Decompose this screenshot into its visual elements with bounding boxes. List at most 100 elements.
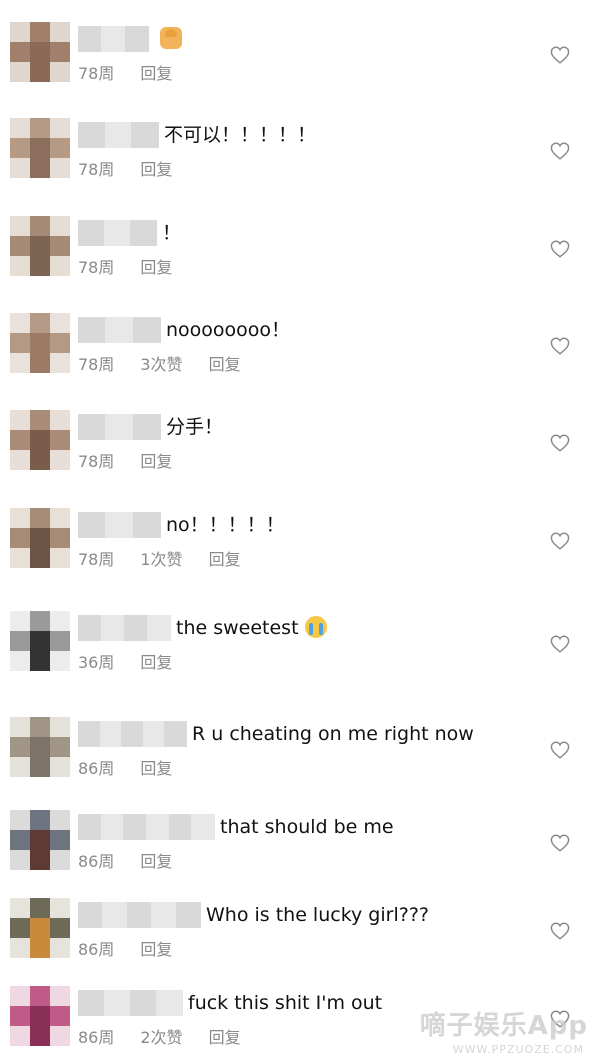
comment-text: 不可以！！！！！ xyxy=(164,122,316,148)
comment-text-content: that should be me xyxy=(220,816,394,838)
comment-meta: 78周 3次赞 回复 xyxy=(78,354,267,376)
person-gesturing-no-emoji-icon xyxy=(160,27,182,49)
comment-row: 分手！ 78周 回复 xyxy=(0,396,600,488)
comment-age: 86周 xyxy=(78,759,115,778)
reply-button[interactable]: 回复 xyxy=(140,758,172,780)
comment-text-content: ！ xyxy=(162,222,182,244)
reply-button[interactable]: 回复 xyxy=(140,652,172,674)
avatar[interactable] xyxy=(10,313,70,373)
comment-meta: 78周 回复 xyxy=(78,159,198,181)
comment-text-content: fuck this shit I'm out xyxy=(188,992,383,1014)
username-blurred[interactable] xyxy=(78,615,171,641)
username-blurred[interactable] xyxy=(78,26,149,52)
crying-face-emoji-icon xyxy=(304,616,327,638)
avatar[interactable] xyxy=(10,898,70,958)
username-blurred[interactable] xyxy=(78,220,157,246)
reply-button[interactable]: 回复 xyxy=(140,939,172,961)
heart-icon[interactable] xyxy=(550,337,570,355)
comment-text-content: noooooooo！ xyxy=(166,319,291,341)
reply-button[interactable]: 回复 xyxy=(140,851,172,873)
reply-button[interactable]: 回复 xyxy=(140,63,172,85)
comment-age: 86周 xyxy=(78,1028,115,1047)
avatar[interactable] xyxy=(10,611,70,671)
comment-meta: 36周 回复 xyxy=(78,652,198,674)
like-count[interactable]: 3次赞 xyxy=(140,354,182,376)
comment-age: 86周 xyxy=(78,940,115,959)
heart-icon[interactable] xyxy=(550,922,570,940)
avatar[interactable] xyxy=(10,118,70,178)
heart-icon[interactable] xyxy=(550,532,570,550)
avatar[interactable] xyxy=(10,717,70,777)
comment-row: noooooooo！ 78周 3次赞 回复 xyxy=(0,299,600,391)
heart-icon[interactable] xyxy=(550,741,570,759)
reply-button[interactable]: 回复 xyxy=(209,354,241,376)
comment-text xyxy=(154,26,182,52)
username-blurred[interactable] xyxy=(78,512,161,538)
username-blurred[interactable] xyxy=(78,902,201,928)
comment-text: fuck this shit I'm out xyxy=(188,990,382,1016)
username-blurred[interactable] xyxy=(78,122,159,148)
comment-age: 78周 xyxy=(78,64,115,83)
heart-icon[interactable] xyxy=(550,46,570,64)
avatar[interactable] xyxy=(10,508,70,568)
reply-button[interactable]: 回复 xyxy=(140,159,172,181)
heart-icon[interactable] xyxy=(550,240,570,258)
comment-text: R u cheating on me right now xyxy=(192,721,474,747)
comment-meta: 86周 回复 xyxy=(78,851,198,873)
comment-age: 78周 xyxy=(78,355,115,374)
comment-text: Who is the lucky girl??? xyxy=(206,902,429,928)
comment-meta: 86周 2次赞 回复 xyxy=(78,1027,267,1049)
comment-age: 78周 xyxy=(78,160,115,179)
comment-meta: 86周 回复 xyxy=(78,939,198,961)
comment-meta: 86周 回复 xyxy=(78,758,198,780)
heart-icon[interactable] xyxy=(550,635,570,653)
watermark-url: WWW.PPZUOZE.COM xyxy=(452,1043,584,1056)
comment-text: no！！！！！ xyxy=(166,512,285,538)
avatar[interactable] xyxy=(10,410,70,470)
comment-text: ！ xyxy=(162,220,181,246)
comment-row: the sweetest 36周 回复 xyxy=(0,597,600,689)
comment-text-content: Who is the lucky girl??? xyxy=(206,904,429,926)
reply-button[interactable]: 回复 xyxy=(140,257,172,279)
like-count[interactable]: 1次赞 xyxy=(140,549,182,571)
username-blurred[interactable] xyxy=(78,721,187,747)
avatar[interactable] xyxy=(10,986,70,1046)
comment-row: R u cheating on me right now 86周 回复 xyxy=(0,703,600,795)
username-blurred[interactable] xyxy=(78,414,161,440)
comment-text-content: 不可以！！！！！ xyxy=(164,124,317,146)
comment-text-content: R u cheating on me right now xyxy=(192,723,474,745)
comment-row: 不可以！！！！！ 78周 回复 xyxy=(0,104,600,196)
comment-meta: 78周 1次赞 回复 xyxy=(78,549,267,571)
like-count[interactable]: 2次赞 xyxy=(140,1027,182,1049)
comment-row: 78周 回复 xyxy=(0,8,600,100)
comment-text-content: the sweetest xyxy=(176,617,299,639)
comment-text-content: no！！！！！ xyxy=(166,514,285,536)
comment-text: noooooooo！ xyxy=(166,317,290,343)
comment-text: that should be me xyxy=(220,814,394,840)
avatar[interactable] xyxy=(10,22,70,82)
comment-age: 78周 xyxy=(78,452,115,471)
reply-button[interactable]: 回复 xyxy=(209,1027,241,1049)
comment-row: that should be me 86周 回复 xyxy=(0,796,600,888)
comment-age: 86周 xyxy=(78,852,115,871)
reply-button[interactable]: 回复 xyxy=(209,549,241,571)
heart-icon[interactable] xyxy=(550,834,570,852)
heart-icon[interactable] xyxy=(550,434,570,452)
avatar[interactable] xyxy=(10,810,70,870)
comment-age: 78周 xyxy=(78,550,115,569)
avatar[interactable] xyxy=(10,216,70,276)
heart-icon[interactable] xyxy=(550,142,570,160)
comment-meta: 78周 回复 xyxy=(78,63,198,85)
watermark: 嘀子娱乐App xyxy=(419,1011,588,1041)
username-blurred[interactable] xyxy=(78,990,183,1016)
comment-row: Who is the lucky girl??? 86周 回复 xyxy=(0,884,600,976)
comment-meta: 78周 回复 xyxy=(78,451,198,473)
reply-button[interactable]: 回复 xyxy=(140,451,172,473)
comment-age: 36周 xyxy=(78,653,115,672)
comment-text: the sweetest xyxy=(176,615,327,641)
comment-meta: 78周 回复 xyxy=(78,257,198,279)
username-blurred[interactable] xyxy=(78,317,161,343)
username-blurred[interactable] xyxy=(78,814,215,840)
comment-text-content: 分手！ xyxy=(166,416,224,438)
comment-row: ！ 78周 回复 xyxy=(0,202,600,294)
